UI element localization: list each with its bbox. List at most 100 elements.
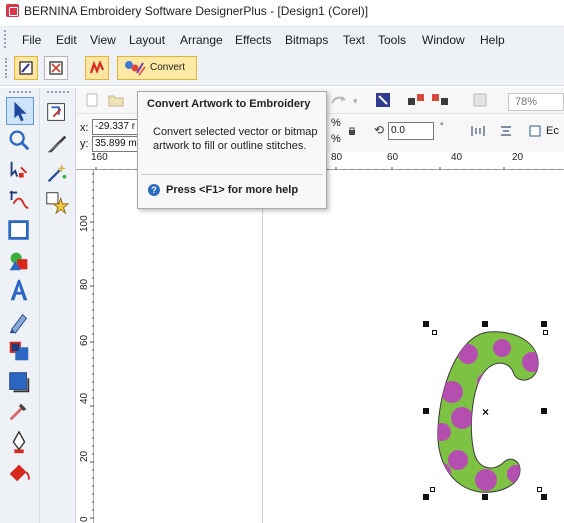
stitch-view-icon[interactable] bbox=[472, 92, 488, 108]
selection-handle[interactable] bbox=[482, 321, 488, 327]
selection-handle[interactable] bbox=[423, 494, 429, 500]
edit-object-icon[interactable] bbox=[528, 124, 542, 138]
mirror-vertical-icon[interactable] bbox=[499, 124, 513, 138]
rectangle-icon bbox=[8, 220, 29, 240]
menu-window[interactable]: Window bbox=[422, 33, 465, 47]
stitch-effects-tool-button[interactable] bbox=[44, 160, 72, 188]
selection-handle[interactable] bbox=[541, 408, 547, 414]
knife-tool-button[interactable] bbox=[44, 130, 72, 158]
menu-text[interactable]: Text bbox=[343, 33, 365, 47]
eyedropper-tool-button[interactable] bbox=[6, 398, 34, 426]
stitch-zigzag-icon bbox=[90, 61, 104, 74]
node-handle[interactable] bbox=[537, 487, 542, 492]
outline-tool-button[interactable] bbox=[6, 429, 34, 457]
x-label: x: bbox=[80, 122, 89, 134]
convert-artwork-icon bbox=[125, 61, 146, 76]
node-handle[interactable] bbox=[432, 330, 437, 335]
menu-bitmaps[interactable]: Bitmaps bbox=[285, 33, 328, 47]
y-position-field[interactable]: 35.899 m bbox=[92, 136, 138, 152]
freehand-curve-icon bbox=[9, 190, 29, 209]
outline-nib-icon bbox=[12, 430, 26, 454]
basic-shapes-icon bbox=[9, 252, 28, 271]
artwork-canvas-icon bbox=[19, 61, 33, 75]
ruler-tick-label: 60 bbox=[387, 152, 399, 163]
smart-fill-tool-button[interactable] bbox=[6, 459, 34, 487]
magic-wand-icon bbox=[47, 163, 67, 183]
tooltip-separator bbox=[141, 174, 323, 175]
shape-tool-button[interactable] bbox=[6, 248, 34, 276]
eyedropper-icon bbox=[9, 403, 27, 421]
menu-edit[interactable]: Edit bbox=[56, 33, 77, 47]
selection-handle[interactable] bbox=[541, 494, 547, 500]
tooltip-title: Convert Artwork to Embroidery bbox=[147, 98, 311, 110]
scale-y-percent: % bbox=[331, 133, 341, 145]
new-document-icon[interactable] bbox=[85, 93, 99, 107]
freehand-tool-button[interactable] bbox=[6, 187, 34, 215]
ungroup-icon[interactable] bbox=[431, 92, 449, 108]
node-handle[interactable] bbox=[430, 487, 435, 492]
menu-view[interactable]: View bbox=[90, 33, 116, 47]
redo-dropdown-icon[interactable]: ▾ bbox=[353, 96, 358, 107]
ruler-tick-label: 40 bbox=[79, 392, 90, 404]
scale-x-percent: % bbox=[331, 117, 341, 129]
selection-handle[interactable] bbox=[541, 321, 547, 327]
ruler-tick-label: 60 bbox=[79, 334, 90, 346]
ruler-tick-label: 0 bbox=[79, 516, 90, 522]
hoop-canvas-icon bbox=[49, 61, 63, 75]
arrow-pointer-icon bbox=[14, 101, 27, 122]
left-toolbar-grip[interactable] bbox=[9, 91, 31, 94]
menu-grip-handle[interactable] bbox=[4, 30, 7, 48]
group-icon[interactable] bbox=[407, 92, 425, 108]
rectangle-tool-button[interactable] bbox=[6, 217, 34, 245]
hoop-canvas-button[interactable] bbox=[44, 56, 68, 80]
interactive-fill-tool-button[interactable] bbox=[6, 338, 34, 366]
zoom-field[interactable]: 78% bbox=[508, 93, 564, 111]
ruler-tick-label: 100 bbox=[79, 215, 90, 232]
select-object-icon[interactable] bbox=[375, 92, 391, 108]
text-tool-button[interactable] bbox=[6, 277, 34, 305]
x-position-field[interactable]: -29.337 r bbox=[92, 119, 138, 135]
menu-file[interactable]: File bbox=[22, 33, 41, 47]
tooltip-help-hint: Press <F1> for more help bbox=[166, 184, 299, 196]
menu-help[interactable]: Help bbox=[480, 33, 505, 47]
menu-layout[interactable]: Layout bbox=[129, 33, 165, 47]
redo-icon[interactable] bbox=[330, 93, 348, 107]
ruler-tick-label: 20 bbox=[512, 152, 524, 163]
embroidery-canvas-button[interactable] bbox=[85, 56, 109, 80]
help-icon: ? bbox=[148, 184, 160, 196]
menu-effects[interactable]: Effects bbox=[235, 33, 271, 47]
interactive-fill-icon bbox=[9, 341, 29, 361]
ruler-tick-label: 80 bbox=[331, 152, 343, 163]
auto-convert-tool-button[interactable] bbox=[44, 99, 72, 127]
ruler-tick-label: 20 bbox=[79, 450, 90, 462]
appliqué-tool-button[interactable] bbox=[44, 189, 72, 217]
fill-tool-button[interactable] bbox=[6, 369, 34, 397]
mirror-horizontal-icon[interactable] bbox=[470, 124, 486, 138]
reshape-node-icon bbox=[10, 161, 28, 178]
page-boundary-line bbox=[262, 170, 263, 523]
text-a-icon bbox=[10, 279, 28, 301]
menu-arrange[interactable]: Arrange bbox=[180, 33, 223, 47]
applique-star-icon bbox=[46, 192, 70, 215]
selection-handle[interactable] bbox=[482, 494, 488, 500]
zoom-tool-button[interactable] bbox=[6, 127, 34, 155]
toolbar-grip[interactable] bbox=[5, 58, 8, 78]
artwork-canvas-button[interactable] bbox=[14, 56, 38, 80]
convert-button-label: Convert bbox=[150, 62, 186, 73]
rotation-field[interactable]: 0.0 bbox=[388, 122, 434, 140]
magnifier-icon bbox=[9, 130, 30, 151]
lock-proportions-icon[interactable] bbox=[347, 126, 357, 136]
node-handle[interactable] bbox=[543, 330, 548, 335]
selection-handle[interactable] bbox=[423, 321, 429, 327]
reshape-tool-button[interactable] bbox=[6, 158, 34, 186]
outline-pen-tool-button[interactable] bbox=[6, 309, 34, 337]
menu-tools[interactable]: Tools bbox=[378, 33, 406, 47]
secondary-toolbar-grip[interactable] bbox=[47, 91, 69, 94]
selection-handle[interactable] bbox=[423, 408, 429, 414]
open-folder-icon[interactable] bbox=[108, 93, 124, 107]
select-tool-button[interactable] bbox=[6, 97, 34, 125]
tooltip-description: Convert selected vector or bitmap artwor… bbox=[153, 126, 318, 152]
ruler-tick-label: 40 bbox=[451, 152, 463, 163]
knife-icon bbox=[47, 135, 67, 153]
edit-label-partial: Ec bbox=[546, 125, 559, 137]
